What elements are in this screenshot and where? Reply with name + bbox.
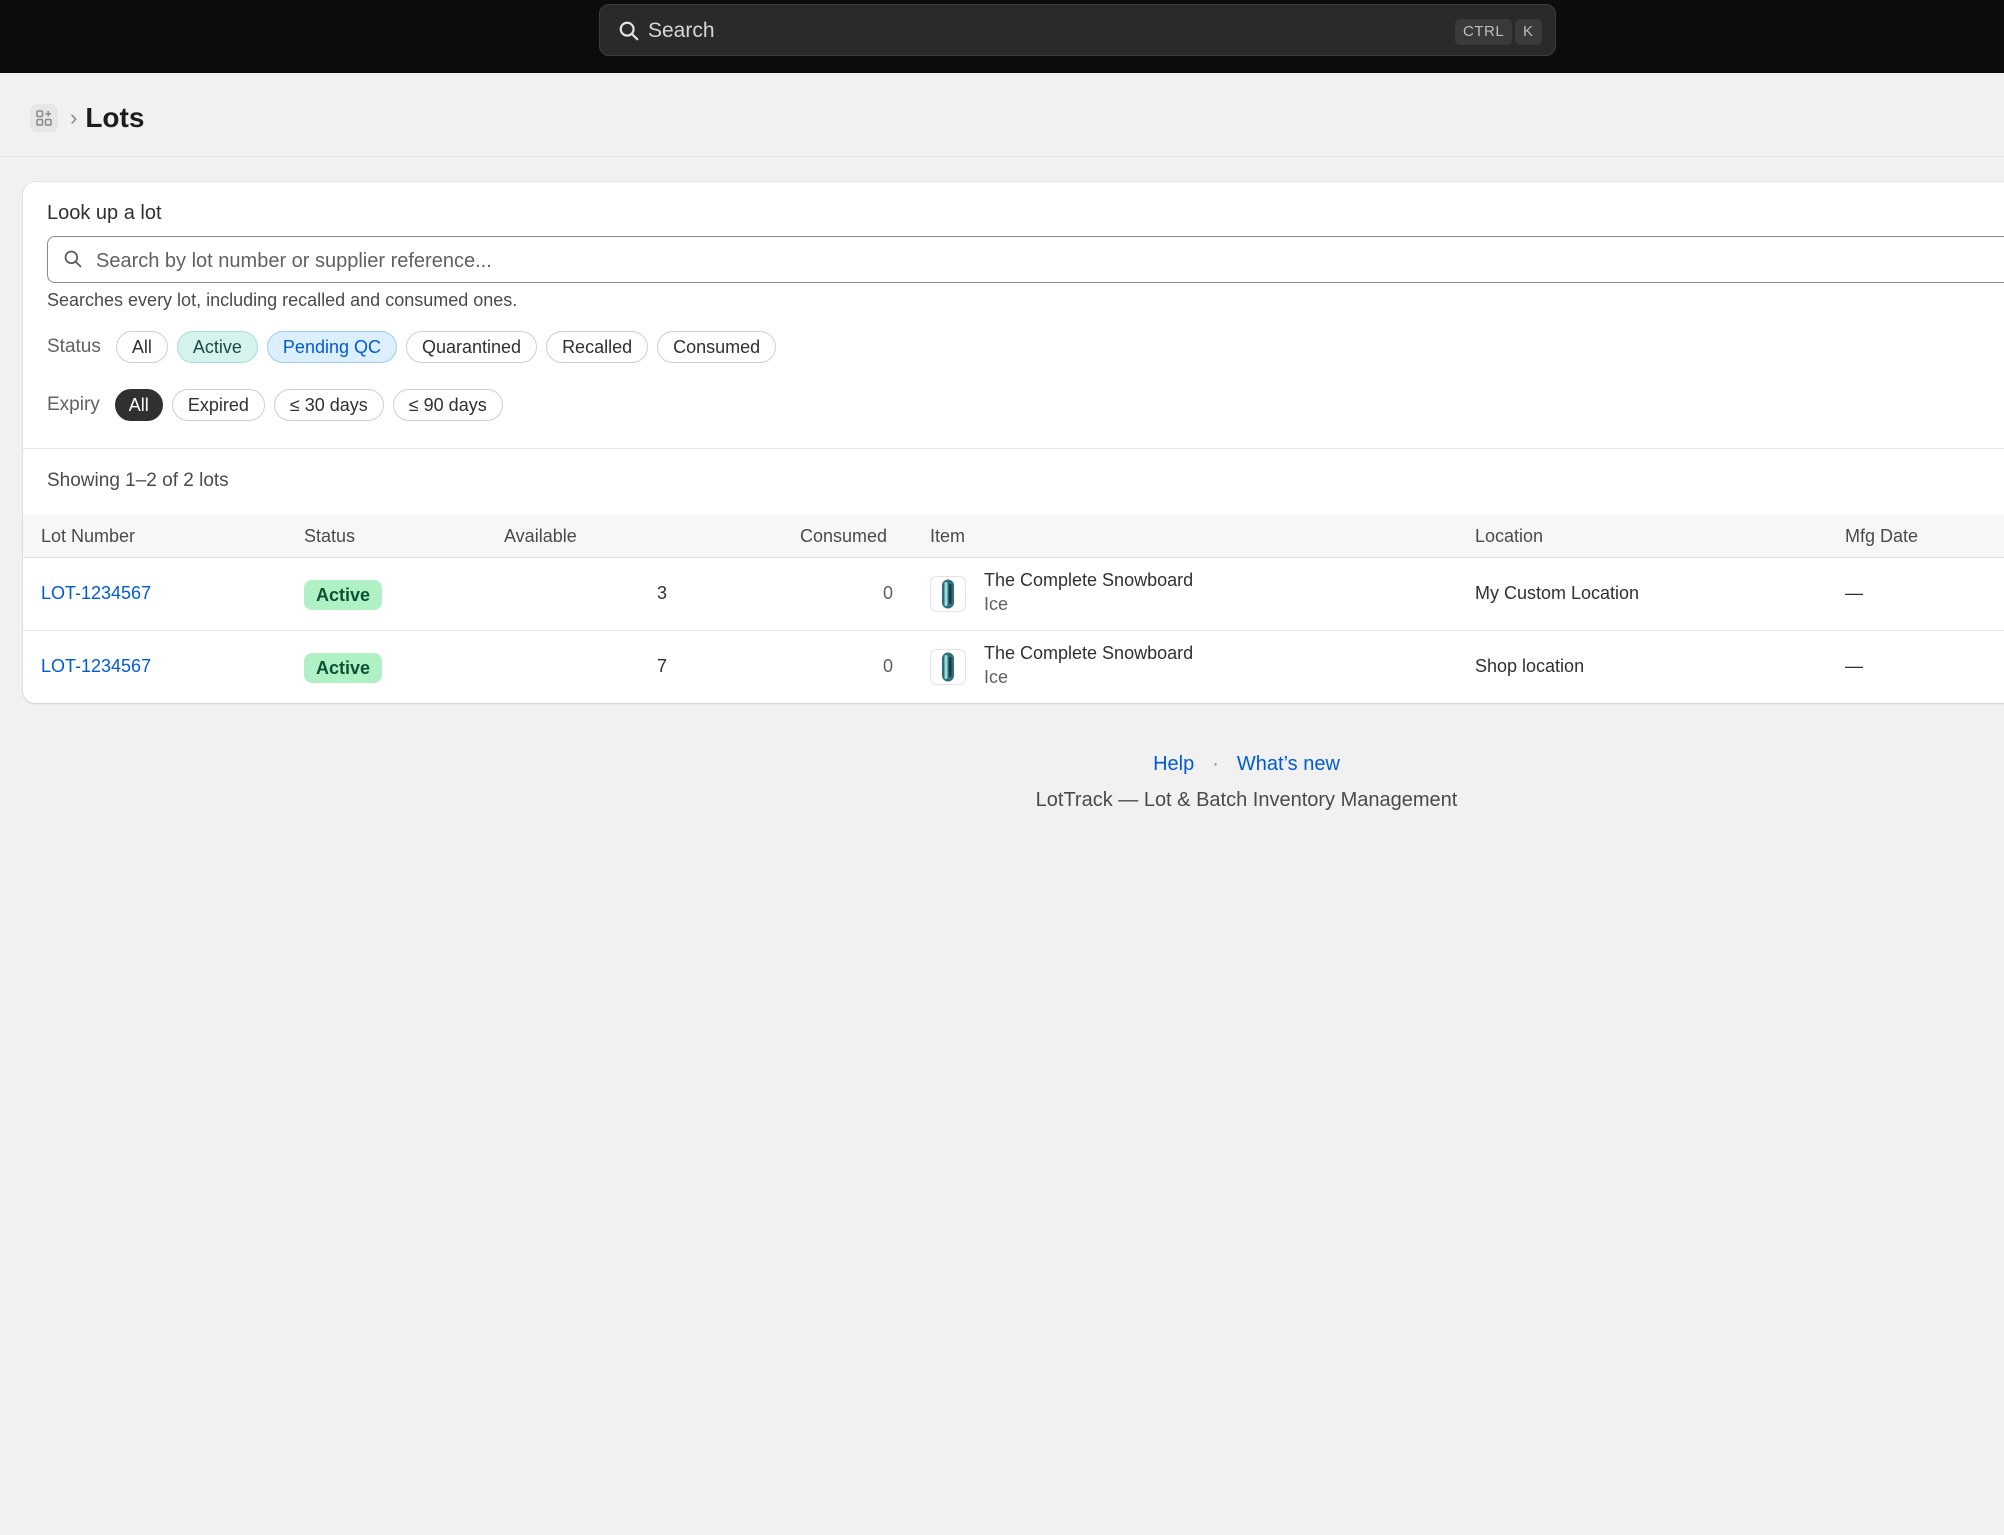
product-thumbnail (930, 649, 966, 685)
expiry-chip-all[interactable]: All (114, 389, 163, 421)
status-chip-pending-qc[interactable]: Pending QC (266, 331, 397, 363)
page-title: Lots (85, 102, 145, 133)
search-icon (64, 250, 82, 268)
item-name: The Complete Snowboard (984, 570, 1194, 590)
column-status[interactable]: Status (304, 526, 355, 547)
item-variant: Ice (984, 594, 1009, 614)
status-chip-recalled[interactable]: Recalled (546, 331, 649, 363)
mfg-date-cell: — (1845, 583, 1863, 603)
consumed-quantity: 0 (882, 583, 893, 603)
expiry-chip-30-days[interactable]: ≤ 30 days (273, 389, 384, 421)
product-thumbnail (930, 576, 966, 612)
column-mfg-date[interactable]: Mfg Date (1845, 526, 1918, 547)
column-item[interactable]: Item (930, 526, 965, 547)
status-chip-all[interactable]: All (115, 331, 168, 363)
column-available[interactable]: Available (504, 526, 577, 547)
footer-tagline: LotTrack — Lot & Batch Inventory Managem… (1035, 789, 1458, 811)
chevron-right-icon: › (70, 105, 78, 130)
location-cell: Shop location (1475, 656, 1585, 676)
status-badge: Active (304, 653, 383, 683)
footer-links: Help · What’s new (0, 753, 2004, 776)
location-cell: My Custom Location (1475, 583, 1640, 603)
table-row[interactable]: LOT-1234567 Active 3 0 The Complete Snow… (23, 558, 2004, 631)
lot-search-field[interactable] (47, 236, 2004, 283)
global-search[interactable]: Search CTRL K (599, 4, 1556, 56)
app-grid-icon (36, 110, 52, 126)
status-filter: Status All Active Pending QC Quarantined… (47, 331, 785, 363)
expiry-chip-90-days[interactable]: ≤ 90 days (392, 389, 503, 421)
lot-number-link[interactable]: LOT-1234567 (41, 583, 151, 604)
table-header: Lot Number Status Available Consumed Ite… (23, 515, 2004, 558)
lookup-help-text: Searches every lot, including recalled a… (47, 290, 518, 310)
mfg-date-cell: — (1845, 656, 1863, 676)
status-filter-label: Status (47, 336, 101, 357)
card-divider (23, 448, 2004, 449)
apps-icon[interactable] (30, 104, 58, 132)
column-lot-number[interactable]: Lot Number (41, 526, 135, 547)
column-location[interactable]: Location (1475, 526, 1543, 547)
expiry-chip-expired[interactable]: Expired (171, 389, 265, 421)
table-row[interactable]: LOT-1234567 Active 7 0 The Complete Snow… (23, 631, 2004, 703)
footer-separator: · (1212, 753, 1219, 775)
consumed-quantity: 0 (882, 656, 893, 676)
available-quantity: 3 (656, 583, 667, 603)
results-summary: Showing 1–2 of 2 lots (47, 470, 229, 491)
column-consumed[interactable]: Consumed (800, 526, 887, 547)
search-icon (619, 21, 639, 41)
lot-search-input[interactable] (94, 245, 1598, 277)
status-badge: Active (304, 580, 383, 610)
snowboard-icon (942, 579, 954, 609)
expiry-filter-label: Expiry (47, 394, 100, 415)
item-name: The Complete Snowboard (984, 643, 1194, 663)
help-link[interactable]: Help (1153, 753, 1194, 775)
status-chip-active[interactable]: Active (176, 331, 258, 363)
expiry-filter: Expiry All Expired ≤ 30 days ≤ 90 days (47, 389, 512, 421)
status-chip-quarantined[interactable]: Quarantined (405, 331, 538, 363)
available-quantity: 7 (656, 656, 667, 676)
lots-card: Look up a lot Searches every lot, includ… (23, 182, 2004, 703)
breadcrumb: › Lots (30, 100, 144, 136)
lot-number-link[interactable]: LOT-1234567 (41, 656, 151, 677)
global-search-placeholder: Search (648, 19, 715, 42)
shortcut-k-key: K (1515, 19, 1542, 45)
item-variant: Ice (984, 667, 1009, 687)
header-divider (0, 156, 2004, 157)
snowboard-icon (942, 652, 954, 682)
status-chip-consumed[interactable]: Consumed (657, 331, 777, 363)
whats-new-link[interactable]: What’s new (1237, 753, 1340, 775)
shortcut-ctrl-key: CTRL (1455, 19, 1513, 45)
top-bar: Search CTRL K (0, 0, 2004, 73)
lookup-label: Look up a lot (47, 202, 162, 224)
